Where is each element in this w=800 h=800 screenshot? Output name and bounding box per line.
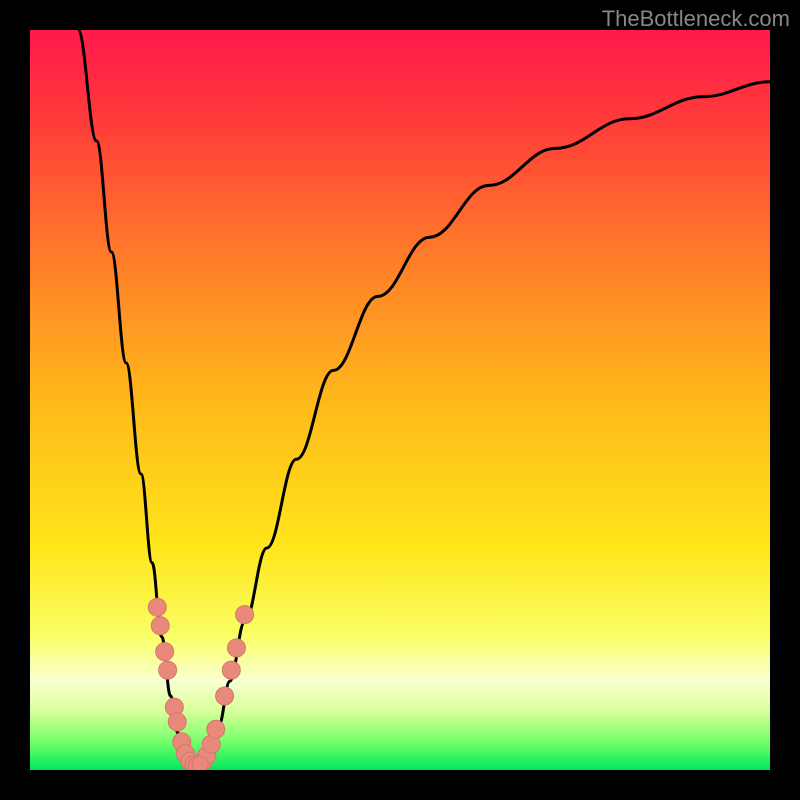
data-point-marker bbox=[216, 687, 234, 705]
data-point-marker bbox=[159, 661, 177, 679]
data-point-marker bbox=[236, 606, 254, 624]
data-point-marker bbox=[156, 643, 174, 661]
data-point-marker bbox=[151, 617, 169, 635]
data-point-marker bbox=[222, 661, 240, 679]
data-point-marker bbox=[227, 639, 245, 657]
plot-area bbox=[30, 30, 770, 770]
data-markers bbox=[30, 30, 770, 770]
data-point-marker bbox=[207, 720, 225, 738]
data-point-marker bbox=[168, 713, 186, 731]
data-point-marker bbox=[148, 598, 166, 616]
chart-container: TheBottleneck.com bbox=[0, 0, 800, 800]
watermark-text: TheBottleneck.com bbox=[602, 6, 790, 32]
data-point-marker bbox=[192, 756, 208, 770]
